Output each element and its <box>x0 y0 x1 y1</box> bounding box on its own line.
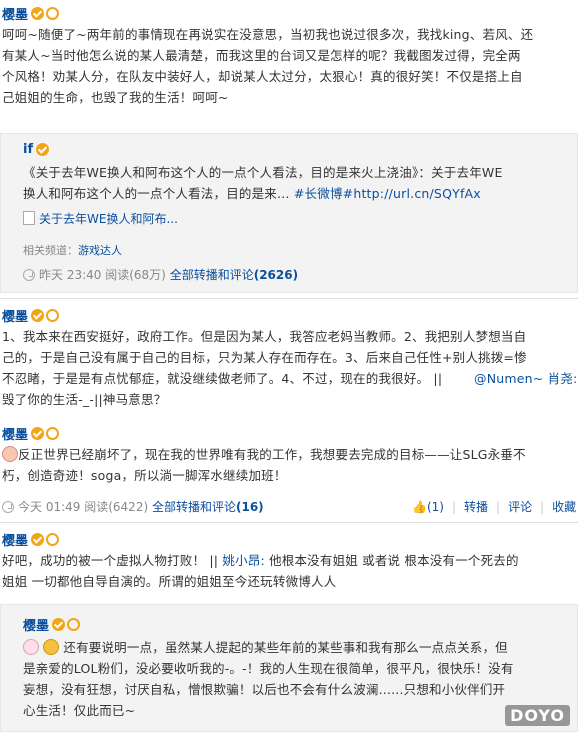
thumb-up-icon: 👍 <box>412 499 427 514</box>
post-2: 樱墨 1、我本来在西安挺好，政府工作。但是因为某人，我答应老妈当教师。2、我把别… <box>0 304 578 422</box>
attachment[interactable]: 关于去年WE换人和阿布... <box>23 210 178 227</box>
divider <box>0 298 578 299</box>
post-3-actions: 👍(1) | 转播 | 评论 | 收藏 <box>412 498 577 515</box>
member-icon <box>46 308 60 322</box>
mention-link[interactable]: @Numen~ 肖尧: <box>474 371 577 386</box>
post-text: 反正世界已经崩坏了，现在我的世界唯有我的工作，我想要去完成的目标——让SLG永垂… <box>2 446 526 483</box>
repost-author-name[interactable]: 樱墨 <box>23 615 49 634</box>
channel-link[interactable]: 游戏达人 <box>78 244 122 257</box>
verified-icon <box>31 308 45 322</box>
author-name[interactable]: 樱墨 <box>2 306 28 325</box>
document-icon <box>23 211 35 225</box>
read-count: 阅读(6422) <box>84 500 149 514</box>
face-emoji-icon <box>2 446 18 462</box>
repost-card-1: if 《关于去年WE换人和阿布这个人的一点个人看法，目的是来火上浇油》：关于去年… <box>0 133 578 293</box>
repost-text: 《关于去年WE换人和阿布这个人的一点个人看法，目的是来火上浇油》：关于去年WE … <box>23 165 503 201</box>
mention-link[interactable]: 姚小昂: <box>222 553 265 568</box>
author-name[interactable]: 樱墨 <box>2 424 28 443</box>
comment-button[interactable]: 评论 <box>508 498 532 515</box>
favorite-button[interactable]: 收藏 <box>552 498 576 515</box>
all-reposts-comments-link[interactable]: 全部转播和评论(2626) <box>170 266 298 283</box>
face-emoji-icon <box>43 639 60 655</box>
divider <box>0 522 578 523</box>
repost-author-name[interactable]: if <box>23 142 33 157</box>
related-channel: 相关频道：游戏达人 <box>23 244 122 257</box>
all-reposts-comments-link[interactable]: 全部转播和评论(16) <box>152 498 264 515</box>
author-name[interactable]: 樱墨 <box>2 4 28 23</box>
verified-icon <box>36 143 50 156</box>
clock-icon <box>2 500 14 513</box>
long-weibo-tag[interactable]: #长微博# <box>294 186 353 201</box>
watermark-logo: DOYO <box>505 705 570 726</box>
verified-icon <box>31 532 45 546</box>
post-1: 樱墨 呵呵~随便了~两年前的事情现在再说实在没意思，当初我也说过很多次，我找ki… <box>0 2 578 120</box>
member-icon <box>67 618 81 631</box>
member-icon <box>46 426 60 440</box>
post-text: 呵呵~随便了~两年前的事情现在再说实在没意思，当初我也说过很多次，我找king、… <box>2 27 534 105</box>
like-button[interactable]: 👍(1) <box>412 500 444 514</box>
post-4: 樱墨 好吧，成功的被一个虚拟人物打败！ || 姚小昂: 他根本没有姐姐 或者说 … <box>0 528 578 602</box>
post-text: 好吧，成功的被一个虚拟人物打败！ || 姚小昂: 他根本没有姐姐 或者说 根本没… <box>2 553 519 589</box>
verified-icon <box>52 618 66 631</box>
author-name[interactable]: 樱墨 <box>2 530 28 549</box>
repost-button[interactable]: 转播 <box>464 498 488 515</box>
member-icon <box>46 6 60 20</box>
post-text: 1、我本来在西安挺好，政府工作。但是因为某人，我答应老妈当教师。2、我把别人梦想… <box>2 329 578 407</box>
repost-text: 还有要说明一点，虽然某人提起的某些年前的某些事和我有那么一点点关系，但 是亲爱的… <box>23 639 514 718</box>
timestamp[interactable]: 昨天 23:40 <box>39 266 101 283</box>
verified-icon <box>31 426 45 440</box>
post-3-meta: 今天 01:49 阅读(6422) 全部转播和评论(16) <box>2 498 264 515</box>
repost-card-2: 樱墨 还有要说明一点，虽然某人提起的某些年前的某些事和我有那么一点点关系，但 是… <box>0 604 578 732</box>
read-count: 阅读(68万) <box>105 268 166 282</box>
timestamp[interactable]: 今天 01:49 <box>18 498 80 515</box>
member-icon <box>46 532 60 546</box>
repost-meta: 昨天 23:40 阅读(68万) 全部转播和评论(2626) <box>23 266 298 283</box>
clock-icon <box>23 268 35 281</box>
bunny-emoji-icon <box>23 639 39 655</box>
short-url-link[interactable]: http://url.cn/SQYfAx <box>353 186 481 201</box>
verified-icon <box>31 6 45 20</box>
